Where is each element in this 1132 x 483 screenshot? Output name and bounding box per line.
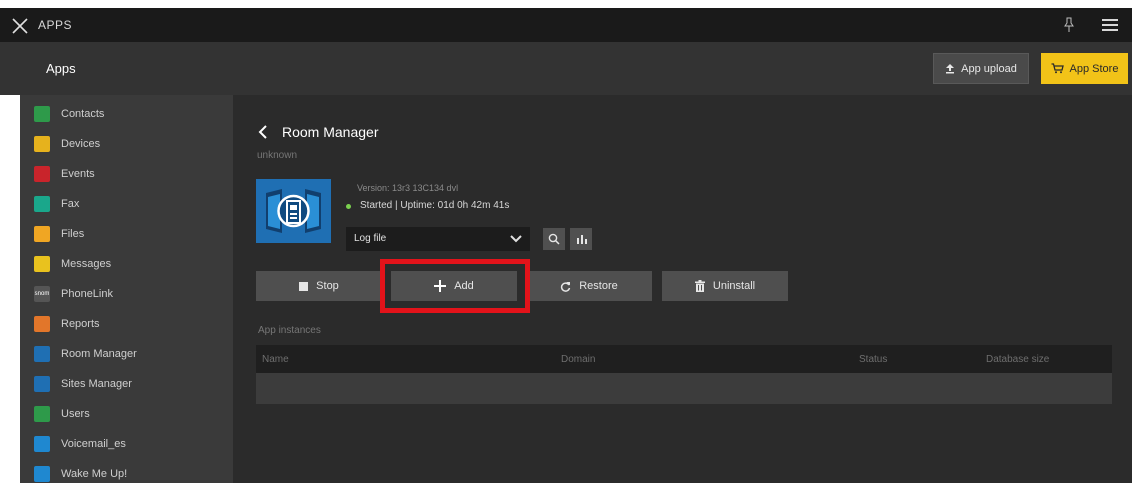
sidebar-item-devices[interactable]: Devices — [20, 129, 233, 159]
app-instances-label: App instances — [258, 325, 321, 336]
stop-icon — [299, 281, 309, 291]
fax-icon — [34, 196, 50, 212]
add-button[interactable]: Add — [391, 271, 517, 301]
app-upload-label: App upload — [961, 62, 1017, 75]
add-label: Add — [454, 280, 474, 292]
table-row[interactable] — [256, 373, 1112, 404]
sidebar-item-contacts[interactable]: Contacts — [20, 99, 233, 129]
page-subtitle: unknown — [257, 150, 298, 161]
room-manager-icon — [34, 346, 50, 362]
sidebar-item-files[interactable]: Files — [20, 219, 233, 249]
sidebar-item-phonelink[interactable]: snom PhoneLink — [20, 279, 233, 309]
section-title: Apps — [46, 61, 76, 76]
bar-chart-icon — [576, 235, 587, 244]
column-header-domain[interactable]: Domain — [561, 354, 595, 365]
pin-icon[interactable] — [1062, 17, 1076, 33]
upload-icon — [946, 64, 955, 74]
hamburger-menu-icon[interactable] — [1102, 18, 1118, 32]
sidebar-item-messages[interactable]: Messages — [20, 249, 233, 279]
restore-button[interactable]: Restore — [526, 271, 652, 301]
sidebar-item-wake-me-up[interactable]: Wake Me Up! — [20, 459, 233, 483]
app-version: Version: 13r3 13C134 dvl — [357, 183, 459, 193]
column-header-database-size[interactable]: Database size — [986, 354, 1049, 365]
top-bar: APPS — [0, 8, 1132, 42]
sites-manager-icon — [34, 376, 50, 392]
restore-label: Restore — [579, 280, 618, 292]
cart-icon — [1051, 63, 1064, 74]
app-store-label: App Store — [1069, 62, 1119, 75]
sidebar-item-label: Messages — [61, 258, 112, 270]
reports-icon — [34, 316, 50, 332]
back-chevron-icon[interactable] — [257, 124, 269, 140]
uninstall-button[interactable]: Uninstall — [662, 271, 788, 301]
sidebar-item-label: Devices — [61, 138, 101, 150]
sidebar-item-room-manager[interactable]: Room Manager — [20, 339, 233, 369]
sidebar-item-fax[interactable]: Fax — [20, 189, 233, 219]
room-manager-logo — [256, 179, 331, 243]
devices-icon — [34, 136, 50, 152]
messages-icon — [34, 256, 50, 272]
app-upload-button[interactable]: App upload — [933, 53, 1029, 84]
users-icon — [34, 406, 50, 422]
close-icon[interactable] — [10, 16, 30, 36]
log-file-select-value: Log file — [354, 233, 387, 244]
app-status: Started | Uptime: 01d 0h 42m 41s — [360, 200, 510, 211]
wake-me-up-icon — [34, 466, 50, 482]
uninstall-label: Uninstall — [712, 280, 756, 292]
stop-label: Stop — [316, 280, 339, 292]
voicemail-icon — [34, 436, 50, 452]
trash-icon — [694, 280, 705, 292]
plus-icon — [434, 280, 447, 292]
sidebar-item-label: PhoneLink — [61, 288, 113, 300]
sidebar-item-label: Contacts — [61, 108, 105, 120]
sidebar-item-label: Voicemail_es — [61, 438, 126, 450]
sidebar-item-label: Files — [61, 228, 85, 240]
column-header-name[interactable]: Name — [262, 354, 289, 365]
sidebar-item-label: Users — [61, 408, 90, 420]
sidebar-item-label: Sites Manager — [61, 378, 132, 390]
app-store-button[interactable]: App Store — [1041, 53, 1128, 84]
sidebar-item-users[interactable]: Users — [20, 399, 233, 429]
instances-table-header: Name Domain Status Database size — [256, 345, 1112, 373]
apps-sidebar: Contacts Devices Events Fax Files Messages sno… — [20, 95, 233, 483]
app-title: APPS — [38, 18, 73, 32]
sidebar-item-label: Events — [61, 168, 95, 180]
files-icon — [34, 226, 50, 242]
stop-button[interactable]: Stop — [256, 271, 382, 301]
sidebar-item-label: Room Manager — [61, 348, 137, 360]
sidebar-item-sites-manager[interactable]: Sites Manager — [20, 369, 233, 399]
chevron-down-icon — [510, 235, 522, 243]
sidebar-item-label: Fax — [61, 198, 80, 210]
page-title: Room Manager — [282, 124, 379, 140]
sidebar-item-reports[interactable]: Reports — [20, 309, 233, 339]
view-log-button[interactable] — [543, 228, 565, 250]
refresh-icon — [561, 281, 571, 292]
phonelink-icon: snom — [34, 286, 50, 302]
sidebar-item-events[interactable]: Events — [20, 159, 233, 189]
apps-header-bar: Apps App upload App Store — [0, 42, 1132, 95]
sidebar-item-label: Reports — [61, 318, 100, 330]
log-stats-button[interactable] — [570, 228, 592, 250]
status-indicator — [346, 204, 351, 209]
column-header-status[interactable]: Status — [859, 354, 887, 365]
log-file-select[interactable]: Log file — [346, 227, 530, 251]
contacts-icon — [34, 106, 50, 122]
sidebar-item-voicemail-es[interactable]: Voicemail_es — [20, 429, 233, 459]
sidebar-item-label: Wake Me Up! — [61, 468, 128, 480]
search-icon — [548, 233, 560, 245]
events-icon — [34, 166, 50, 182]
